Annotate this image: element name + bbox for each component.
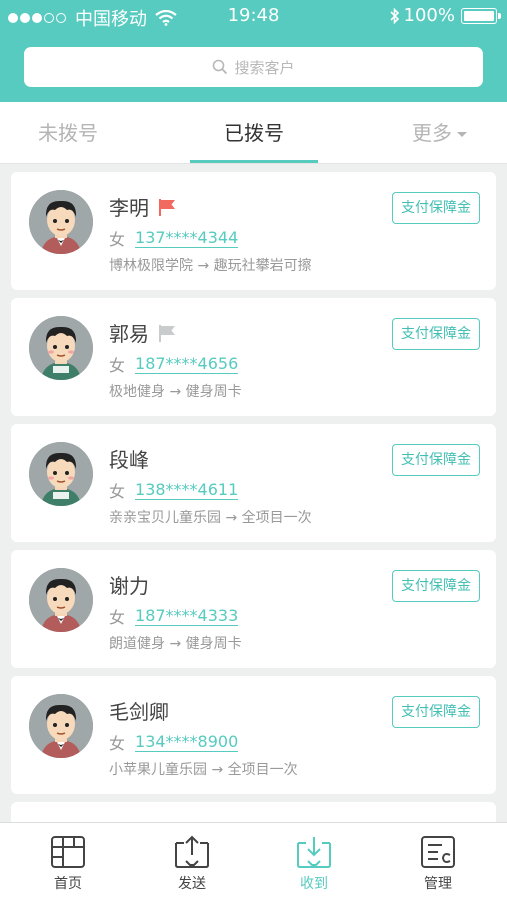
avatar: [29, 694, 93, 758]
customer-gender: 女: [109, 356, 126, 375]
nav-home[interactable]: 首页: [28, 823, 108, 900]
nav-received-label: 收到: [300, 876, 328, 892]
info-row: 女 138****4611: [109, 478, 239, 502]
customer-name: 毛剑卿: [109, 700, 169, 724]
phone-link[interactable]: 137****4344: [135, 228, 239, 248]
customer-gender: 女: [109, 608, 126, 627]
nav-manage[interactable]: 管理: [398, 823, 478, 900]
customer-name: 郭易: [109, 322, 149, 346]
pay-deposit-button[interactable]: 支付保障金: [392, 444, 480, 476]
name-row: 段峰: [109, 444, 149, 473]
info-row: 女 137****4344: [109, 226, 239, 250]
name-row: 郭易: [109, 318, 177, 347]
avatar: [29, 316, 93, 380]
customer-name: 段峰: [109, 448, 149, 472]
search-icon: [213, 59, 228, 75]
search-input[interactable]: 搜索客户: [24, 47, 483, 87]
status-bar: 中国移动 19:48 100%: [0, 0, 507, 34]
customer-card[interactable]: 谢力 女 187****4333 朗道健身 → 健身周卡 支付保障金: [11, 550, 496, 668]
customer-card[interactable]: 郭易 女 187****4656 极地健身 → 健身周卡 支付保障金: [11, 298, 496, 416]
customer-route: 极地健身 → 健身周卡: [109, 384, 242, 400]
home-grid-icon: [51, 836, 85, 868]
info-row: 女 134****8900: [109, 730, 239, 754]
customer-name: 谢力: [109, 574, 149, 598]
customer-route: 小苹果儿童乐园 → 全项目一次: [109, 762, 298, 778]
tab-unanswered[interactable]: 未拨号: [38, 102, 98, 164]
info-row: 女 187****4656: [109, 352, 239, 376]
phone-link[interactable]: 187****4333: [135, 606, 239, 626]
pay-deposit-button[interactable]: 支付保障金: [392, 318, 480, 350]
nav-send-label: 发送: [178, 876, 206, 892]
pay-deposit-button[interactable]: 支付保障金: [392, 696, 480, 728]
name-row: 毛剑卿: [109, 696, 169, 725]
avatar: [29, 442, 93, 506]
customer-gender: 女: [109, 230, 126, 249]
customer-list[interactable]: 李明 女 137****4344 博林极限学院 → 趣玩社攀岩可擦 支付保障金 …: [0, 172, 507, 822]
customer-gender: 女: [109, 482, 126, 501]
gray-flag-icon[interactable]: [157, 323, 177, 343]
caret-down-icon: [457, 131, 467, 137]
nav-send[interactable]: 发送: [152, 823, 232, 900]
download-icon: [297, 837, 331, 868]
customer-card[interactable]: 毛剑卿 女 134****8900 小苹果儿童乐园 → 全项目一次 支付保障金: [11, 676, 496, 794]
phone-link[interactable]: 134****8900: [135, 732, 239, 752]
tab-more[interactable]: 更多: [412, 102, 467, 164]
tab-dialed[interactable]: 已拨号: [190, 102, 318, 164]
red-flag-icon[interactable]: [157, 197, 177, 217]
pay-deposit-button[interactable]: 支付保障金: [392, 570, 480, 602]
battery-percent: 100%: [403, 5, 455, 26]
phone-link[interactable]: 187****4656: [135, 354, 239, 374]
customer-card[interactable]: 李明 女 137****4344 博林极限学院 → 趣玩社攀岩可擦 支付保障金: [11, 172, 496, 290]
customer-gender: 女: [109, 734, 126, 753]
name-row: 谢力: [109, 570, 149, 599]
manage-icon: [421, 836, 455, 868]
customer-route: 博林极限学院 → 趣玩社攀岩可擦: [109, 258, 312, 274]
pay-deposit-button[interactable]: 支付保障金: [392, 192, 480, 224]
nav-manage-label: 管理: [424, 876, 452, 892]
customer-route: 朗道健身 → 健身周卡: [109, 636, 242, 652]
nav-received[interactable]: 收到: [274, 823, 354, 900]
tab-more-label: 更多: [412, 121, 452, 145]
nav-home-label: 首页: [54, 876, 82, 892]
active-tab-indicator: [190, 160, 318, 163]
header: 中国移动 19:48 100% 搜索客户: [0, 0, 507, 102]
battery-icon: [461, 7, 501, 24]
customer-card[interactable]: 段峰 女 138****4611 亲亲宝贝儿童乐园 → 全项目一次 支付保障金: [11, 424, 496, 542]
customer-name: 李明: [109, 196, 149, 220]
status-right: 100%: [389, 5, 501, 26]
customer-card-partial[interactable]: [11, 802, 496, 822]
avatar: [29, 568, 93, 632]
tab-bar: 未拨号 已拨号 更多: [0, 102, 507, 164]
customer-route: 亲亲宝贝儿童乐园 → 全项目一次: [109, 510, 312, 526]
upload-icon: [175, 835, 209, 868]
search-placeholder: 搜索客户: [234, 58, 295, 77]
avatar: [29, 190, 93, 254]
info-row: 女 187****4333: [109, 604, 239, 628]
bluetooth-icon: [389, 7, 399, 24]
phone-link[interactable]: 138****4611: [135, 480, 239, 500]
name-row: 李明: [109, 192, 177, 221]
bottom-nav: 首页 发送 收到 管理: [0, 822, 507, 900]
